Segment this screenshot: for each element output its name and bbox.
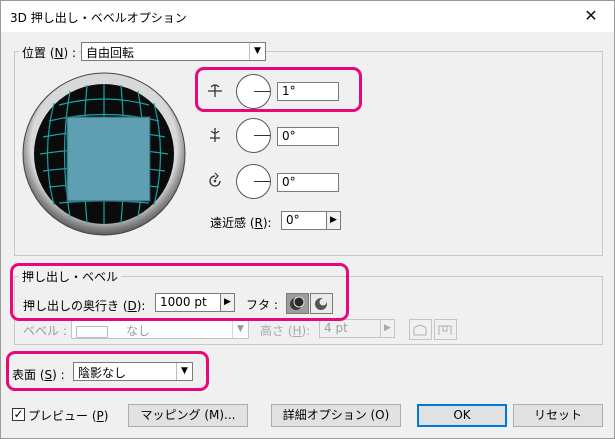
preview-label-key: P <box>96 409 104 423</box>
dropdown-arrow-icon: ▼ <box>249 43 265 60</box>
highlight-rotate-x <box>195 67 362 112</box>
perspective-field[interactable]: 0° <box>281 211 327 230</box>
dropdown-arrow-icon: ▼ <box>232 321 248 338</box>
track-cube-preview[interactable] <box>21 67 188 242</box>
preview-label-suffix: ) <box>103 409 109 423</box>
bevel-height-field[interactable]: 4 pt <box>319 319 381 338</box>
mapping-button[interactable]: マッピング (M)... <box>128 404 248 427</box>
reset-button[interactable]: リセット <box>513 404 603 427</box>
bevel-height-key: H <box>292 324 302 338</box>
bevel-height-suffix: ): <box>301 324 311 338</box>
rotate-z-field[interactable]: 0° <box>277 173 339 192</box>
position-select-value: 自由回転 <box>86 46 135 60</box>
cube-face <box>66 116 151 202</box>
bevel-height-label: 高さ (H): <box>260 322 310 339</box>
preview-label-prefix: プレビュー ( <box>28 409 97 423</box>
bevel-label: ベベル : <box>23 324 67 338</box>
perspective-label-suffix: ): <box>262 216 272 230</box>
perspective-label-prefix: 遠近感 ( <box>210 216 255 230</box>
bevel-height-prefix: 高さ ( <box>260 324 293 338</box>
bevel-swatch <box>76 325 108 338</box>
bevel-in-icon <box>438 325 452 335</box>
position-label-suffix: ) : <box>63 46 77 60</box>
rotate-z-dial[interactable] <box>236 164 271 199</box>
highlight-surface <box>6 351 209 391</box>
close-icon[interactable]: ✕ <box>582 7 600 25</box>
preview-label[interactable]: プレビュー (P) <box>28 407 108 424</box>
preview-checkbox[interactable]: ✓ <box>12 408 25 421</box>
title-bar: 3D 押し出し・ベベルオプション ✕ <box>1 1 614 32</box>
details-button[interactable]: 詳細オプション (O) <box>271 404 401 427</box>
position-label-prefix: 位置 ( <box>22 46 55 60</box>
rotate-y-icon <box>210 128 220 142</box>
bevel-out-button[interactable] <box>409 319 432 340</box>
bevel-in-button[interactable] <box>434 319 457 340</box>
rotate-y-dial[interactable] <box>236 118 271 153</box>
bevel-height-stepper[interactable]: ▶ <box>380 319 395 338</box>
position-select[interactable]: 自由回転 ▼ <box>81 42 266 61</box>
perspective-label: 遠近感 (R): <box>210 214 272 231</box>
dialog-window: 3D 押し出し・ベベルオプション ✕ 位置 (N) : 自由回転 ▼ 1° 0°… <box>0 0 615 439</box>
perspective-stepper[interactable]: ▶ <box>326 211 341 230</box>
rotate-z-icon <box>209 172 221 187</box>
highlight-extrude <box>10 263 349 321</box>
rotate-y-field[interactable]: 0° <box>277 127 339 146</box>
position-label: 位置 (N) : <box>19 44 80 61</box>
bevel-out-icon <box>413 325 427 336</box>
perspective-label-key: R <box>254 216 263 230</box>
bevel-select-value: なし <box>126 324 151 338</box>
window-title: 3D 押し出し・ベベルオプション <box>10 11 187 25</box>
ok-button[interactable]: OK <box>417 404 507 427</box>
bevel-select[interactable]: なし ▼ <box>71 320 249 339</box>
